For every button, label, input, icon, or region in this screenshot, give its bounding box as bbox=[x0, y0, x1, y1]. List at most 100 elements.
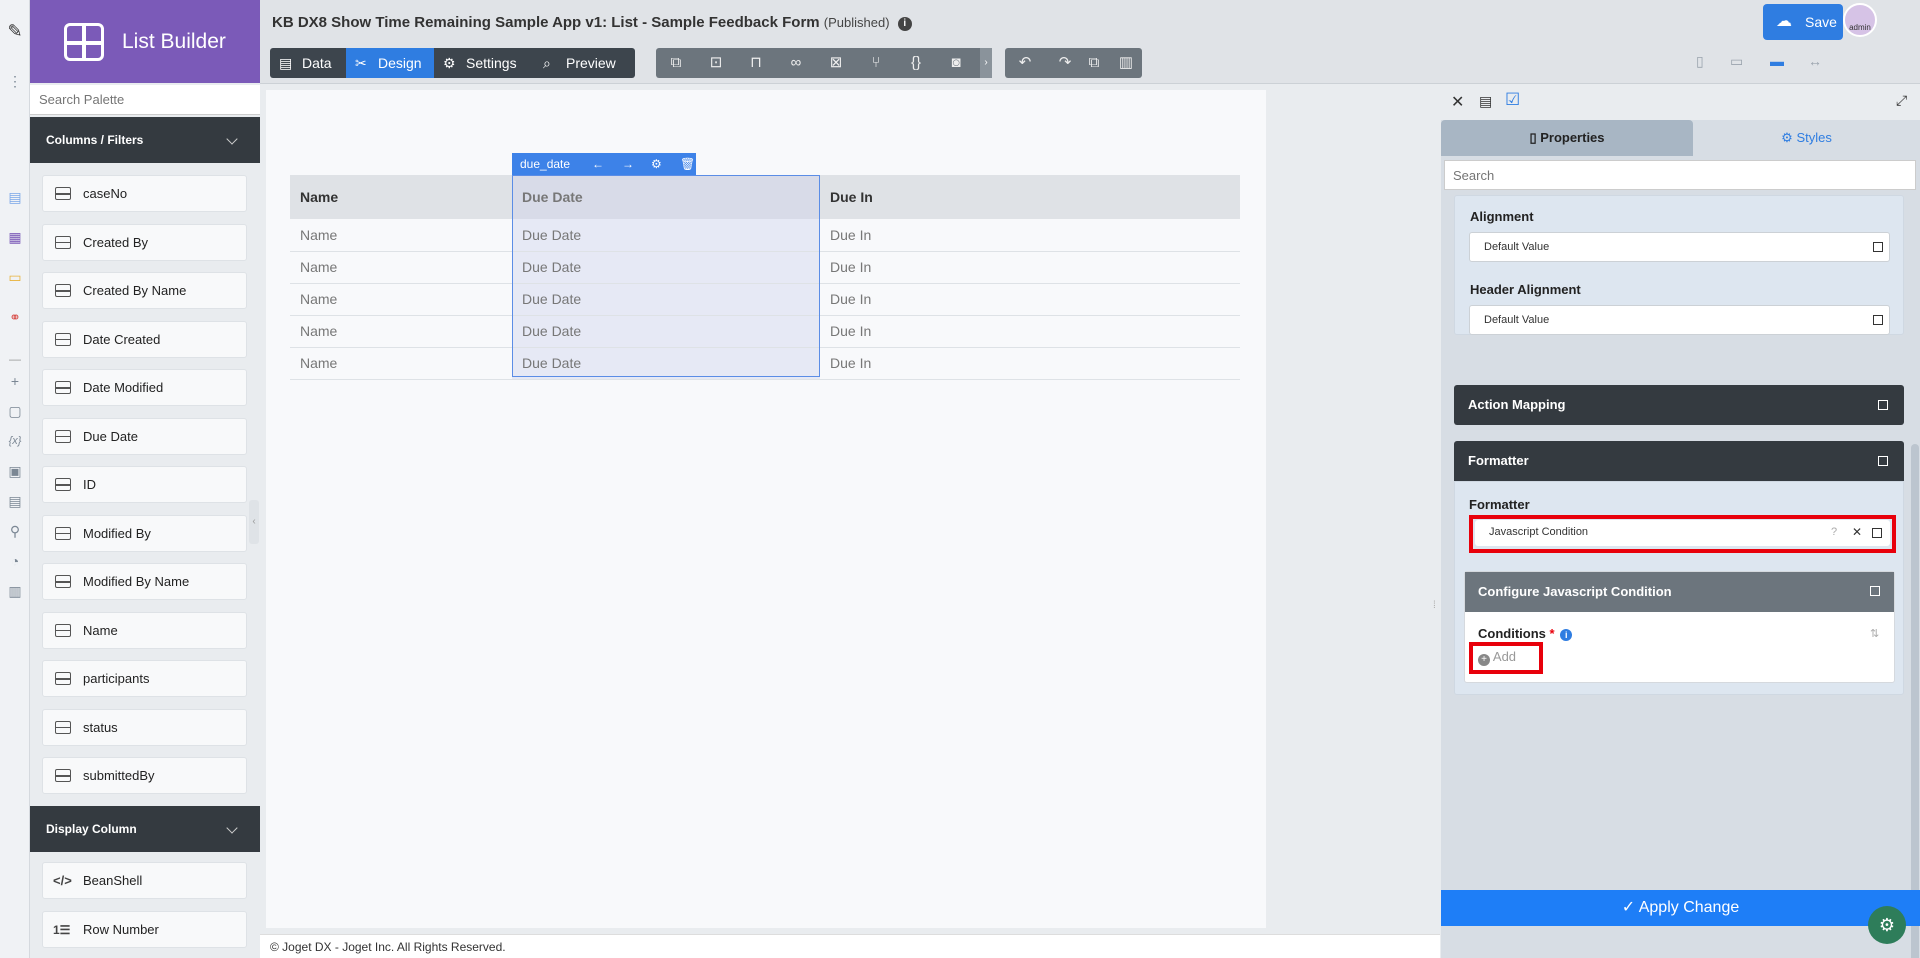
palette-item-column[interactable]: participants bbox=[42, 660, 247, 697]
delete-icon[interactable]: 🗑 bbox=[680, 153, 695, 175]
palette-item-column[interactable]: Date Modified bbox=[42, 369, 247, 406]
undo-icon[interactable]: ↶ bbox=[1005, 48, 1045, 78]
toggle-icon bbox=[1878, 400, 1888, 410]
drag-handle-icon[interactable]: ⋮ bbox=[6, 72, 24, 90]
plus-icon[interactable]: + bbox=[6, 372, 24, 390]
column-icon bbox=[55, 187, 71, 200]
palette-item-label: participants bbox=[83, 671, 150, 686]
display-column-section-header[interactable]: Display Column bbox=[30, 806, 260, 852]
panel-mode-icon[interactable]: ▤ bbox=[1479, 93, 1492, 110]
move-right-icon[interactable]: → bbox=[622, 153, 634, 175]
binoculars-icon[interactable]: ∞ bbox=[776, 48, 816, 78]
dashboard-icon[interactable]: ◔ bbox=[6, 552, 24, 570]
tree-icon[interactable]: ⧉ bbox=[656, 48, 696, 78]
top-bar: KB DX8 Show Time Remaining Sample App v1… bbox=[260, 0, 1920, 84]
palette-item-column[interactable]: Name bbox=[42, 611, 247, 649]
plugin-icon[interactable]: ⚲ bbox=[6, 522, 24, 540]
header-alignment-select[interactable]: Default Value bbox=[1469, 305, 1890, 335]
paste-icon[interactable]: ▥ bbox=[1110, 48, 1142, 78]
alignment-select[interactable]: Default Value bbox=[1469, 232, 1890, 262]
camera-icon[interactable]: ◙ bbox=[936, 48, 976, 78]
collapse-palette-handle[interactable]: ‹ bbox=[249, 500, 259, 544]
tab-data[interactable]: ▤ Data bbox=[270, 48, 346, 78]
copy-icon[interactable]: ⧉ bbox=[1078, 48, 1110, 78]
column-header-due-in[interactable]: Due In bbox=[820, 175, 1240, 219]
process-icon[interactable]: ⚭ bbox=[6, 308, 24, 326]
builder-name: List Builder bbox=[122, 30, 226, 53]
table-cell: Due In bbox=[820, 283, 1240, 316]
table-header-row: Name Due Date Due In bbox=[290, 175, 1240, 219]
sort-icon[interactable]: ⇅ bbox=[1870, 627, 1879, 640]
formatter-section[interactable]: Formatter bbox=[1454, 441, 1904, 481]
settings-gear-button[interactable]: ⚙ bbox=[1868, 906, 1906, 944]
lock-icon[interactable]: ⊓ bbox=[736, 48, 776, 78]
formatter-label: Formatter bbox=[1469, 497, 1530, 512]
save-button[interactable]: ☁ Save bbox=[1763, 4, 1843, 40]
column-header-due-date[interactable]: Due Date bbox=[512, 175, 820, 219]
note-icon[interactable]: ▢ bbox=[6, 402, 24, 420]
avatar[interactable]: admin bbox=[1843, 3, 1877, 37]
page-title-text: KB DX8 Show Time Remaining Sample App v1… bbox=[272, 14, 820, 31]
palette-search-input[interactable] bbox=[30, 85, 260, 115]
palette-item-column[interactable]: Date Created bbox=[42, 320, 247, 358]
palette-item-column[interactable]: Due Date bbox=[42, 417, 247, 455]
style-icon[interactable]: ⚙ bbox=[651, 153, 662, 175]
checkbox-icon[interactable]: ☑ bbox=[1505, 90, 1520, 110]
highlight-formatter bbox=[1469, 515, 1896, 553]
desktop-view-icon[interactable]: ▬ bbox=[1770, 53, 1784, 69]
tablet-view-icon[interactable]: ▭ bbox=[1730, 53, 1743, 70]
branch-icon[interactable]: ⑂ bbox=[856, 48, 896, 78]
expand-icon[interactable]: ⤢ bbox=[1896, 92, 1907, 109]
palette-item-column[interactable]: ID bbox=[42, 466, 247, 503]
palette-item-column[interactable]: caseNo bbox=[42, 175, 247, 212]
full-width-icon[interactable]: ↔ bbox=[1808, 53, 1822, 69]
properties-search-input[interactable] bbox=[1444, 160, 1916, 190]
properties-panel: ✕ ▤ ☑ ⤢ ▯ Properties ⚙ Styles Alignment … bbox=[1433, 84, 1920, 958]
palette-item-label: Date Modified bbox=[83, 380, 164, 395]
palette-item-column[interactable]: submittedBy bbox=[42, 757, 247, 794]
action-mapping-section[interactable]: Action Mapping bbox=[1454, 385, 1904, 425]
code-braces-icon[interactable]: {} bbox=[896, 48, 936, 78]
toolbar-scroll-right[interactable]: › bbox=[980, 48, 992, 78]
dropdown-icon bbox=[1873, 315, 1883, 325]
palette-item-column[interactable]: Modified By Name bbox=[42, 563, 247, 600]
tab-settings[interactable]: ⚙ Settings bbox=[434, 48, 534, 78]
columns-filters-section-header[interactable]: Columns / Filters bbox=[30, 117, 260, 163]
document-icon[interactable]: ▤ bbox=[6, 492, 24, 510]
move-left-icon[interactable]: ← bbox=[592, 153, 604, 175]
tab-design[interactable]: ✂ Design bbox=[346, 48, 434, 78]
palette-item-column[interactable]: status bbox=[42, 708, 247, 746]
configure-condition-header[interactable]: Configure Javascript Condition bbox=[1465, 572, 1894, 612]
tab-preview[interactable]: ⌕ Preview bbox=[534, 48, 635, 78]
info-icon[interactable]: i bbox=[1560, 629, 1573, 641]
resource-icon[interactable]: ▣ bbox=[6, 462, 24, 480]
column-icon bbox=[55, 381, 71, 394]
properties-icon[interactable]: ⊡ bbox=[696, 48, 736, 78]
edit-icon[interactable]: ✎ bbox=[6, 22, 24, 40]
resize-handle[interactable]: ⁞ bbox=[1433, 584, 1441, 628]
palette-item-row-number[interactable]: 1☰ Row Number bbox=[42, 911, 247, 948]
section-title: Columns / Filters bbox=[46, 133, 144, 147]
close-icon[interactable]: ✕ bbox=[1451, 92, 1464, 112]
tab-styles[interactable]: ⚙ Styles bbox=[1693, 120, 1920, 156]
check-icon: ✓ bbox=[1621, 899, 1639, 916]
apply-change-button[interactable]: ✓ Apply Change bbox=[1441, 890, 1920, 926]
palette-item-beanshell[interactable]: </> BeanShell bbox=[42, 862, 247, 899]
palette-item-column[interactable]: Modified By bbox=[42, 514, 247, 552]
table-cell: Name bbox=[290, 347, 512, 380]
export-icon[interactable]: ▥ bbox=[6, 582, 24, 600]
table-cell: Name bbox=[290, 283, 512, 316]
variable-icon[interactable]: {x} bbox=[6, 432, 24, 450]
palette-item-column[interactable]: Created By bbox=[42, 223, 247, 261]
list-icon[interactable]: ▦ bbox=[6, 228, 24, 246]
mobile-view-icon[interactable]: ▯ bbox=[1696, 53, 1704, 70]
tools-group: ⧉ ⊡ ⊓ ∞ ⊠ ⑂ {} ◙ bbox=[656, 48, 984, 78]
translate-icon[interactable]: ⊠ bbox=[816, 48, 856, 78]
palette-item-column[interactable]: Created By Name bbox=[42, 272, 247, 309]
info-icon[interactable]: i bbox=[897, 17, 912, 31]
column-header-name[interactable]: Name bbox=[290, 175, 512, 219]
tab-properties[interactable]: ▯ Properties bbox=[1441, 120, 1693, 156]
scrollbar[interactable] bbox=[1911, 444, 1919, 958]
form-icon[interactable]: ▤ bbox=[6, 188, 24, 206]
userview-icon[interactable]: ▭ bbox=[6, 268, 24, 286]
